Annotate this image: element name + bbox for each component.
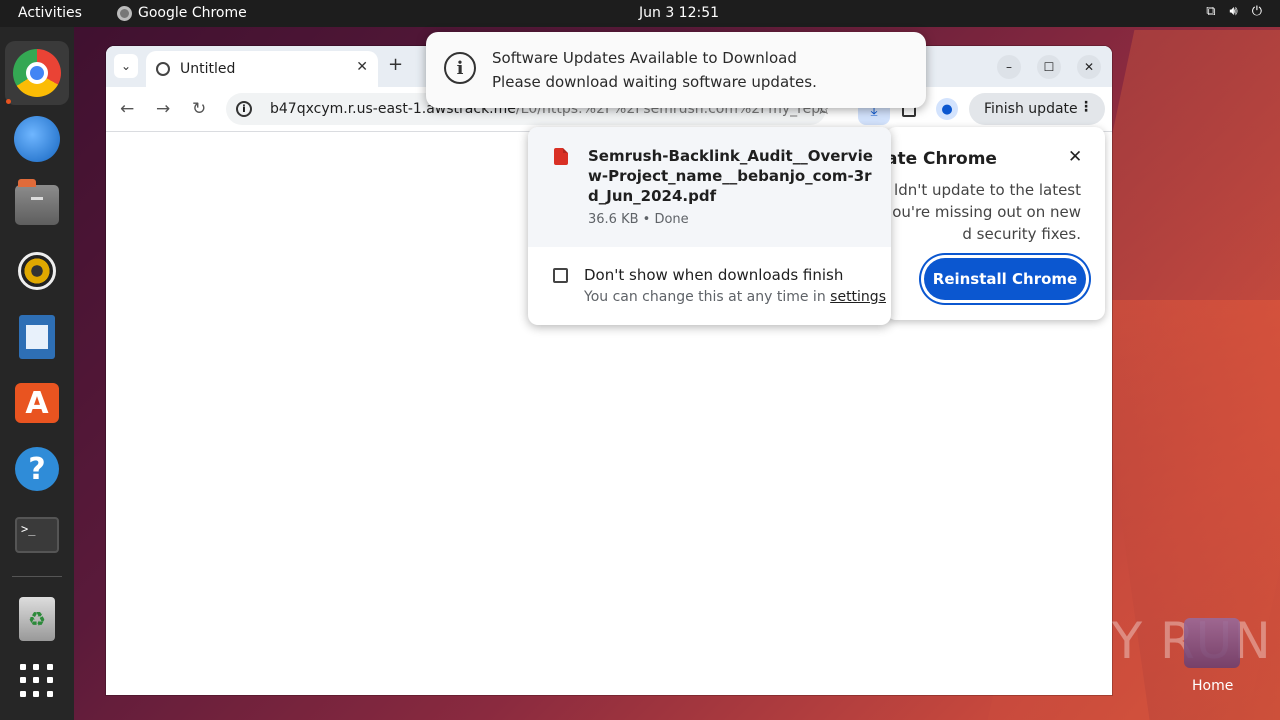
back-icon[interactable]: ← — [120, 99, 134, 119]
dock-rhythmbox[interactable] — [5, 239, 69, 303]
terminal-icon: >_ — [15, 517, 59, 553]
running-indicator — [6, 99, 11, 104]
dock-separator — [12, 576, 62, 577]
home-label[interactable]: Home — [1192, 678, 1233, 694]
activities-button[interactable]: Activities — [18, 5, 82, 21]
info-icon: i — [444, 52, 476, 84]
dock-thunderbird[interactable] — [5, 107, 69, 171]
system-notification[interactable]: i Software Updates Available to Download… — [426, 32, 926, 108]
close-icon[interactable]: ✕ — [1068, 147, 1082, 167]
chevron-down-icon: ⌄ — [120, 59, 132, 73]
dock-terminal[interactable]: >_ — [5, 503, 69, 567]
reload-icon[interactable]: ↻ — [192, 99, 206, 119]
reinstall-chrome-button[interactable]: Reinstall Chrome — [924, 258, 1086, 300]
files-icon — [15, 179, 59, 225]
notification-body: Please download waiting software updates… — [492, 73, 817, 91]
download-bubble: Semrush-Backlink_Audit__Overview-Project… — [528, 127, 891, 325]
clock[interactable]: Jun 3 12:51 — [639, 5, 719, 21]
volume-icon: 🔊︎ — [1229, 4, 1238, 19]
update-chrome-bubble: ate Chrome ✕ ldn't update to the latest … — [886, 127, 1105, 320]
grid-icon — [20, 664, 54, 698]
globe-icon — [156, 62, 170, 76]
update-bubble-title: ate Chrome — [886, 149, 997, 169]
settings-link[interactable]: settings — [830, 289, 886, 305]
dont-show-checkbox[interactable] — [553, 268, 568, 283]
system-tray[interactable]: ⧉ 🔊︎ ⏻ — [1206, 4, 1262, 19]
dock-writer[interactable] — [5, 305, 69, 369]
top-bar: Activities Google Chrome Jun 3 12:51 ⧉ 🔊… — [0, 0, 1280, 27]
site-info-icon[interactable]: i — [236, 101, 252, 117]
thunderbird-icon — [14, 116, 60, 162]
dock-files[interactable] — [5, 173, 69, 237]
trash-icon: ♻ — [19, 597, 55, 641]
network-icon: ⧉ — [1206, 4, 1216, 19]
download-file-name[interactable]: Semrush-Backlink_Audit__Overview-Project… — [588, 146, 878, 206]
chrome-icon — [117, 5, 132, 21]
tab-search-button[interactable]: ⌄ — [114, 54, 138, 78]
minimize-button[interactable]: – — [997, 55, 1021, 79]
download-item[interactable]: Semrush-Backlink_Audit__Overview-Project… — [528, 127, 891, 247]
settings-hint: You can change this at any time in setti… — [584, 289, 886, 305]
finish-update-button[interactable]: Finish update ⋮ — [969, 93, 1105, 125]
forward-icon[interactable]: → — [156, 99, 170, 119]
dock-trash[interactable]: ♻ — [5, 587, 69, 651]
maximize-button[interactable]: ☐ — [1037, 55, 1061, 79]
download-status: 36.6 KB • Done — [588, 212, 689, 227]
settings-hint-text: You can change this at any time in — [584, 289, 831, 305]
new-tab-button[interactable]: + — [388, 54, 403, 75]
rhythmbox-icon — [18, 252, 56, 290]
dock-chrome[interactable] — [5, 41, 69, 105]
update-bubble-body: ldn't update to the latest ou're missing… — [892, 181, 1081, 243]
writer-icon — [19, 315, 55, 359]
dont-show-label[interactable]: Don't show when downloads finish — [584, 266, 843, 284]
app-menu[interactable]: Google Chrome — [117, 5, 247, 21]
finish-update-label: Finish update — [984, 101, 1078, 117]
profile-icon[interactable]: ● — [936, 98, 958, 120]
help-icon: ? — [15, 447, 59, 491]
app-name: Google Chrome — [138, 5, 247, 21]
tab-title: Untitled — [180, 61, 236, 77]
close-tab-icon[interactable]: ✕ — [356, 59, 368, 75]
chrome-icon — [13, 49, 61, 97]
dock-app-center[interactable]: A — [5, 371, 69, 435]
home-folder-icon[interactable] — [1184, 618, 1240, 668]
app-center-icon: A — [15, 383, 59, 423]
show-apps-button[interactable] — [5, 649, 69, 713]
dock: A ? >_ ♻ — [0, 27, 74, 720]
power-icon: ⏻ — [1251, 4, 1262, 19]
dock-help[interactable]: ? — [5, 437, 69, 501]
close-window-button[interactable]: ✕ — [1077, 55, 1101, 79]
pdf-icon — [554, 148, 568, 165]
notification-title: Software Updates Available to Download — [492, 49, 797, 67]
tab-untitled[interactable]: Untitled ✕ — [146, 51, 378, 87]
kebab-menu-icon[interactable]: ⋮ — [1079, 99, 1093, 115]
